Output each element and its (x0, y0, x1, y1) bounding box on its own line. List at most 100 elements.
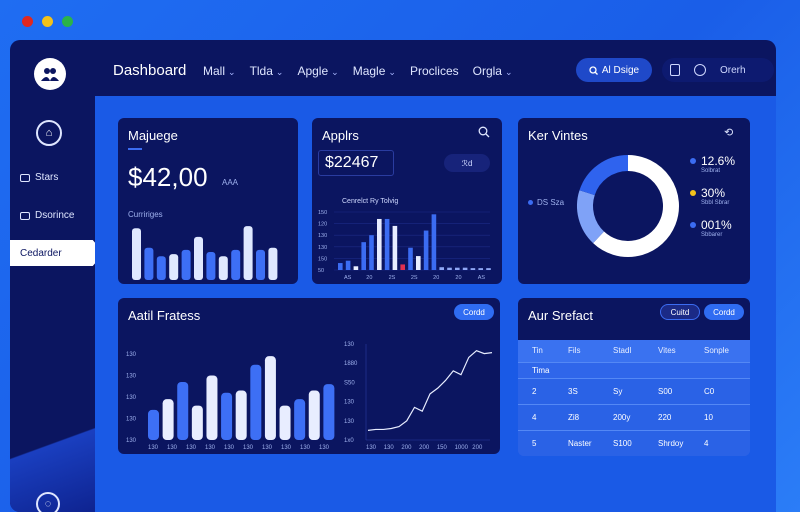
legend-value: 12.6% (701, 154, 736, 168)
nav-item-2[interactable]: Apgle ⌄ (297, 64, 338, 78)
activity-card-button[interactable]: Cordd (454, 304, 494, 320)
x-tick-label: 130 (281, 445, 292, 451)
apps-bar (369, 235, 374, 270)
table-card-title: Aur Srefact (528, 308, 594, 323)
revenue-chart-label: Curririges (128, 210, 163, 219)
column-header[interactable]: Sonple (704, 346, 729, 355)
nav-item-0[interactable]: Mall ⌄ (203, 64, 236, 78)
nav-item-3[interactable]: Magle ⌄ (353, 64, 396, 78)
activity-bar (250, 364, 262, 440)
table-cell: 10 (704, 413, 713, 422)
search-icon[interactable] (478, 126, 490, 138)
table-row[interactable]: Tima (518, 362, 750, 378)
legend-text: 001% Sbbarer (701, 218, 732, 238)
data-table: Tin Fils Stadl Vites Sonple Tima 2 3S Sy S00 C0 4 Zi… (518, 340, 750, 456)
legend-dot-icon (690, 222, 696, 228)
revenue-bar (206, 252, 216, 280)
table-row[interactable]: 4 Zi8 200y 220 10 (518, 404, 750, 430)
chat-icon[interactable]: ◌ (36, 492, 60, 512)
x-tick-label: 130 (300, 445, 311, 451)
table-cell: Shrdoy (658, 439, 684, 448)
chevron-down-icon: ⌄ (275, 67, 284, 77)
activity-bar (294, 399, 306, 440)
apps-bar (377, 218, 382, 270)
y-tick-label: S50 (344, 380, 355, 386)
table-cell: 4 (704, 439, 709, 448)
table-cell: S00 (658, 387, 673, 396)
revenue-bar (156, 256, 166, 280)
x-tick-label: 20 (433, 275, 439, 281)
minimize-window-dot[interactable] (42, 16, 53, 27)
apps-bar (447, 267, 452, 270)
globe-icon[interactable] (694, 64, 706, 76)
refresh-icon[interactable]: ⟲ (724, 126, 733, 139)
chevron-down-icon: ⌄ (388, 67, 396, 77)
revenue-bar (231, 249, 241, 280)
column-header[interactable]: Vites (658, 346, 676, 355)
x-tick-label: 20 (366, 275, 372, 281)
x-tick-label: 200 (401, 445, 412, 451)
y-tick-label: 130 (126, 395, 137, 401)
title-underline (128, 148, 142, 150)
table-cell: 3S (568, 387, 578, 396)
nav-item-label: Tlda (249, 64, 273, 78)
apps-bar (439, 267, 444, 270)
apps-bar (462, 267, 468, 270)
home-icon[interactable]: ⌂ (36, 120, 62, 146)
table-cell: S100 (613, 439, 632, 448)
column-header[interactable]: Fils (568, 346, 580, 355)
column-header[interactable]: Stadl (613, 346, 631, 355)
activity-bar (279, 405, 291, 440)
sidebar-item-active[interactable]: Cedarder (10, 240, 95, 266)
column-header[interactable]: Tin (532, 346, 543, 355)
y-tick-label: 1880 (344, 361, 358, 367)
sidebar: ⌂ Stars Dsorince Cedarder ◌ (10, 96, 95, 512)
nav-item-1[interactable]: Tlda ⌄ (250, 64, 284, 78)
primary-action-button[interactable]: Al Dsige (576, 58, 652, 82)
user-group-icon[interactable] (34, 58, 66, 90)
x-tick-label: 130 (148, 445, 159, 451)
table-button-1[interactable]: Cuitd (660, 304, 700, 320)
sidebar-item-dsorince[interactable]: Dsorince (20, 210, 74, 221)
table-cell: Sy (613, 387, 623, 396)
legend-text: 12.6% Solbrat (701, 154, 735, 174)
profile-label[interactable]: Orerh (720, 65, 746, 76)
top-bar: Dashboard Mall ⌄ Tlda ⌄ Apgle ⌄ Magle ⌄ Proclice… (10, 40, 776, 96)
x-tick-label: AS (344, 275, 352, 281)
y-tick-label: 130 (344, 342, 355, 348)
x-tick-label: 130 (205, 445, 216, 451)
x-tick-label: 130 (262, 445, 273, 451)
revenue-card: Majuege $42,00 AAA Curririges (118, 118, 298, 284)
apps-card-title: Applrs (322, 128, 359, 143)
x-tick-label: 2S (411, 275, 418, 281)
donut-slice (577, 190, 605, 244)
nav-item-5[interactable]: Orgla ⌄ (473, 64, 513, 78)
activity-line-chart: 1301880S501301301x0130 130 200 200 150 1000 20… (344, 342, 493, 451)
x-tick-label: 150 (437, 445, 448, 451)
y-tick-label: 130 (318, 233, 327, 239)
table-cell: 4 (532, 413, 537, 422)
x-tick-label: 130 (366, 445, 377, 451)
apps-card: Applrs $22467 ℛd Cenrelct Ry Tolvig 150 1… (312, 118, 502, 284)
close-window-dot[interactable] (22, 16, 33, 27)
apps-value: $22467 (318, 150, 394, 176)
nav-item-4[interactable]: Proclices (410, 64, 459, 78)
user-group-icon-glyph (41, 68, 59, 81)
chevron-down-icon: ⌄ (331, 67, 339, 77)
activity-card: Aatil Fratess Cordd 130 130 130 130 130 130 13… (118, 298, 500, 454)
table-row[interactable]: 2 3S Sy S00 C0 (518, 378, 750, 404)
table-button-2[interactable]: Cordd (704, 304, 744, 320)
apps-bar-chart: 150 120 130 130 150 50 AS 20 2S 2S 20 20 AS (318, 210, 491, 281)
revenue-bar (144, 247, 154, 280)
legend-value: 001% (701, 218, 732, 232)
revenue-bar (218, 256, 228, 280)
apps-badge[interactable]: ℛd (444, 154, 490, 172)
sidebar-item-stars[interactable]: Stars (20, 172, 58, 183)
table-row[interactable]: 5 Naster S100 Shrdoy 4 (518, 430, 750, 456)
app-window: Dashboard Mall ⌄ Tlda ⌄ Apgle ⌄ Magle ⌄ Proclice… (10, 40, 776, 512)
document-icon[interactable] (670, 64, 680, 76)
top-nav: Mall ⌄ Tlda ⌄ Apgle ⌄ Magle ⌄ Proclices Orgla ⌄ (203, 64, 513, 78)
maximize-window-dot[interactable] (62, 16, 73, 27)
revenue-unit: AAA (222, 178, 239, 187)
visits-legend: 12.6% Solbrat 30% Sbbl Sbrar 001% Sbbarer (690, 154, 735, 250)
